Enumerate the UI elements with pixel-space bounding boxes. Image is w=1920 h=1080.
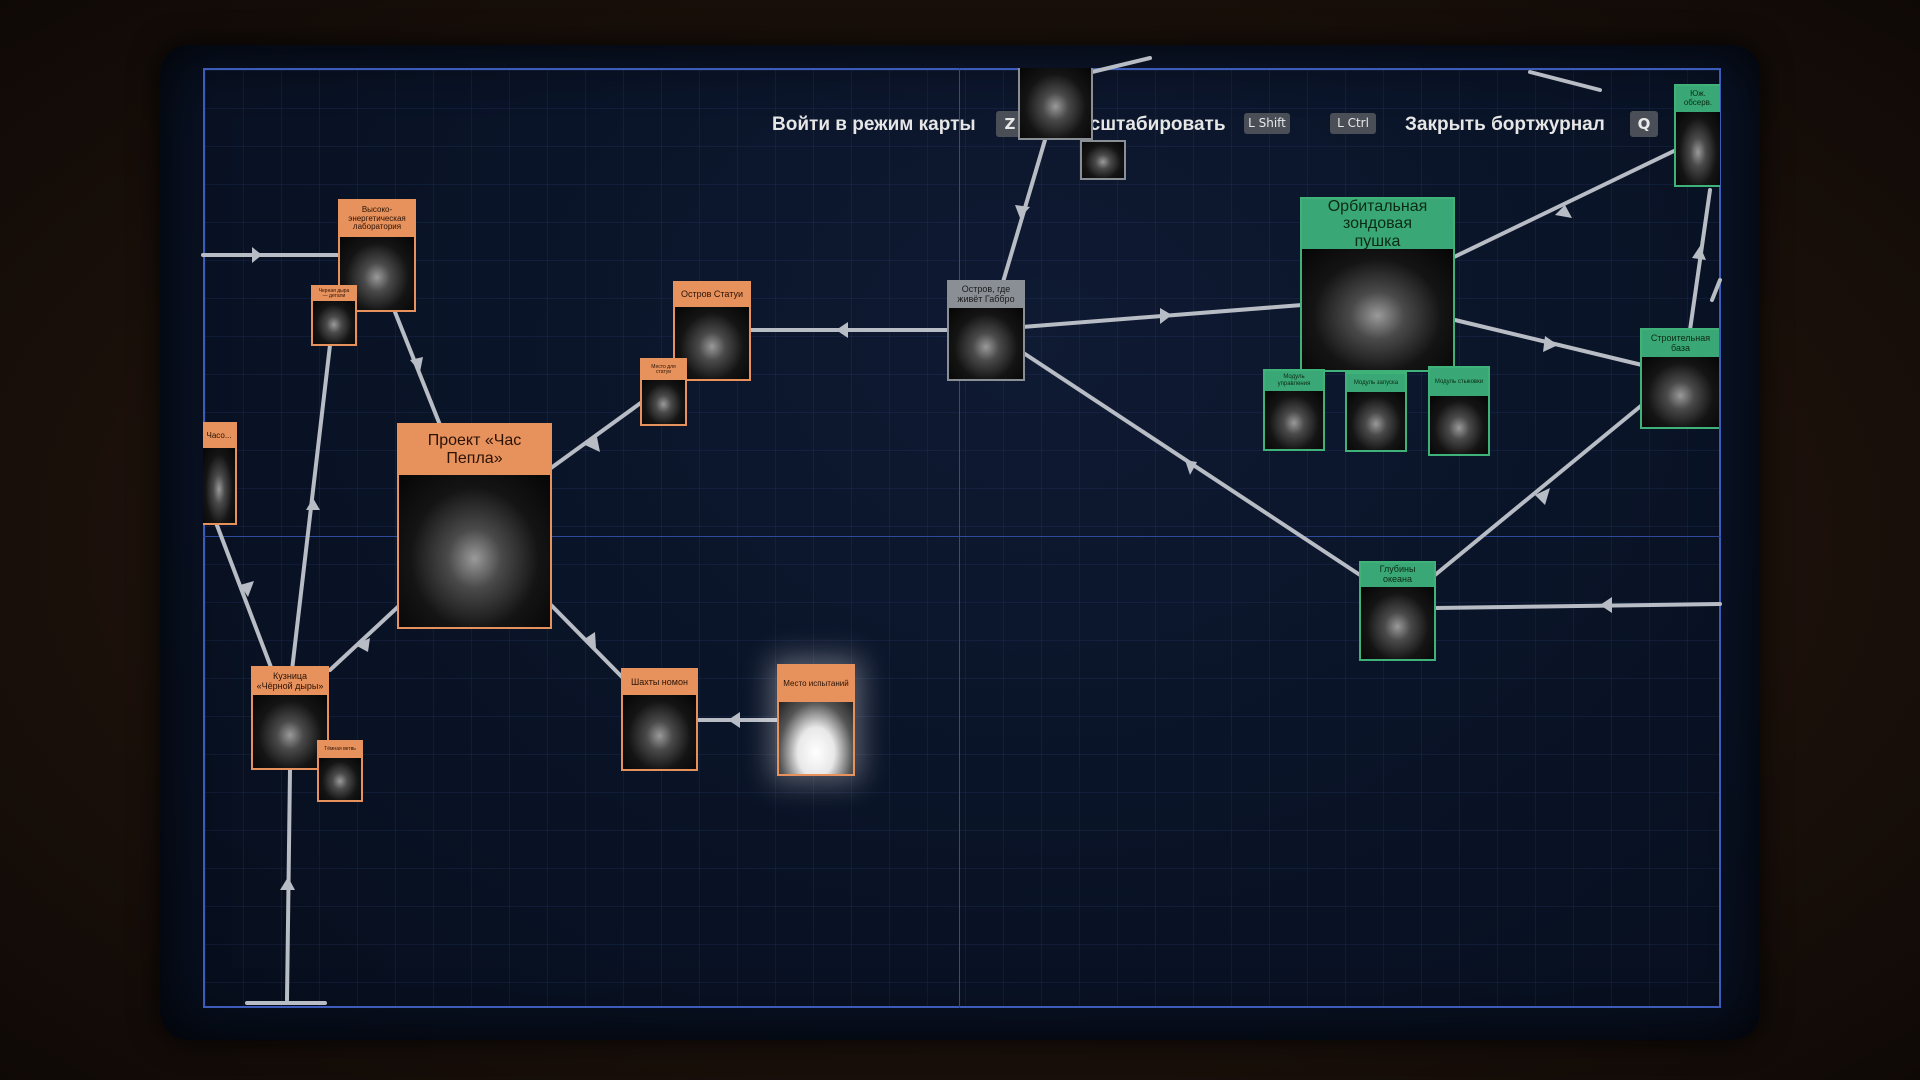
entry-title: Черная дыра — детали	[313, 287, 355, 301]
entry-card-test-site[interactable]: Место испытаний	[777, 664, 855, 776]
entry-image	[1082, 142, 1124, 178]
entry-image	[1361, 587, 1434, 659]
entry-image	[642, 380, 685, 424]
entry-image	[1020, 68, 1091, 138]
entry-title: Модуль запуска	[1347, 374, 1405, 392]
entry-card-cannon-a[interactable]: Модуль управления	[1263, 369, 1325, 451]
entry-title: Остров Статуи	[675, 283, 749, 307]
link	[1688, 188, 1712, 332]
entry-title: Место испытаний	[779, 666, 853, 702]
entry-image	[1430, 396, 1488, 454]
rumor-links	[201, 56, 1722, 1005]
link-arrow	[1160, 308, 1172, 324]
entry-card-top-center-small[interactable]	[1080, 140, 1126, 180]
link	[549, 400, 644, 470]
link	[328, 603, 402, 672]
link	[1090, 56, 1152, 74]
zoom-key-ctrl[interactable]: L Ctrl	[1330, 113, 1376, 134]
entry-card-mines[interactable]: Шахты номон	[621, 668, 698, 771]
link-arrow	[1692, 246, 1706, 260]
entry-card-orbital-cannon[interactable]: Орбитальная зондовая пушка	[1300, 197, 1455, 372]
entry-title: Строительная база	[1642, 330, 1719, 357]
entry-title: Модуль стыковки	[1430, 368, 1488, 396]
link	[1528, 70, 1602, 92]
entry-image	[319, 758, 361, 800]
link	[213, 518, 274, 672]
entry-title: Глубины океана	[1361, 563, 1434, 587]
link-arrow	[1600, 597, 1612, 613]
entry-image	[949, 308, 1023, 379]
link	[1433, 602, 1722, 610]
entry-card-cannon-b[interactable]: Модуль запуска	[1345, 372, 1407, 452]
link-arrow	[306, 498, 320, 510]
entry-title: Орбитальная зондовая пушка	[1302, 199, 1453, 250]
entry-card-ash-twin-project[interactable]: Проект «Час Пепла»	[397, 423, 552, 629]
entry-title: Высоко-энергетическая лаборатория	[340, 201, 414, 237]
entry-card-gabbro-island[interactable]: Остров, где живёт Габбро	[947, 280, 1025, 381]
entry-image	[253, 695, 327, 768]
entry-card-top-right[interactable]: Юж. обсерв.	[1674, 84, 1720, 187]
entry-image	[623, 695, 696, 769]
entry-title: Юж. обсерв.	[1676, 86, 1720, 112]
entry-image	[1265, 391, 1323, 449]
entry-title: Шахты номон	[623, 670, 696, 695]
entry-title: Тёмная ветвь	[319, 742, 361, 758]
entry-card-forge-small[interactable]: Тёмная ветвь	[317, 740, 363, 802]
entry-title: Место для статуи	[642, 360, 685, 380]
entry-image	[1347, 392, 1405, 450]
entry-card-left-edge[interactable]: Часо...	[203, 422, 237, 525]
entry-title: Проект «Час Пепла»	[399, 425, 550, 475]
entry-image	[1676, 112, 1720, 185]
entry-title: Остров, где живёт Габбро	[949, 282, 1023, 308]
close-log-key[interactable]: Q	[1630, 111, 1658, 137]
zoom-key-shift[interactable]: L Shift	[1244, 113, 1290, 134]
entry-card-top-center[interactable]	[1018, 68, 1093, 140]
link-arrow	[280, 877, 295, 890]
link-arrow	[728, 712, 740, 728]
entry-image	[399, 475, 550, 627]
entry-card-construction-yard[interactable]: Строительная база	[1640, 328, 1719, 429]
entry-image	[313, 301, 355, 344]
entry-title: Часо...	[203, 424, 235, 448]
close-log-label[interactable]: Закрыть бортжурнал	[1405, 114, 1605, 136]
link-arrow	[1543, 336, 1558, 352]
link	[1710, 278, 1722, 302]
entry-card-lab-small[interactable]: Черная дыра — детали	[311, 285, 357, 346]
entry-image	[1642, 357, 1719, 427]
entry-image	[1302, 249, 1453, 370]
entry-card-statue-small[interactable]: Место для статуи	[640, 358, 687, 426]
link-arrow	[836, 322, 848, 338]
entry-card-cannon-c[interactable]: Модуль стыковки	[1428, 366, 1490, 456]
link	[1450, 148, 1678, 260]
entry-title: Кузница «Чёрной дыры»	[253, 668, 327, 695]
entry-card-deep-ocean[interactable]: Глубины океана	[1359, 561, 1436, 661]
link-arrow	[252, 247, 262, 263]
map-mode-label[interactable]: Войти в режим карты	[772, 114, 976, 136]
entry-image	[203, 448, 235, 523]
entry-image	[779, 702, 853, 774]
entry-title: Модуль управления	[1265, 371, 1323, 391]
